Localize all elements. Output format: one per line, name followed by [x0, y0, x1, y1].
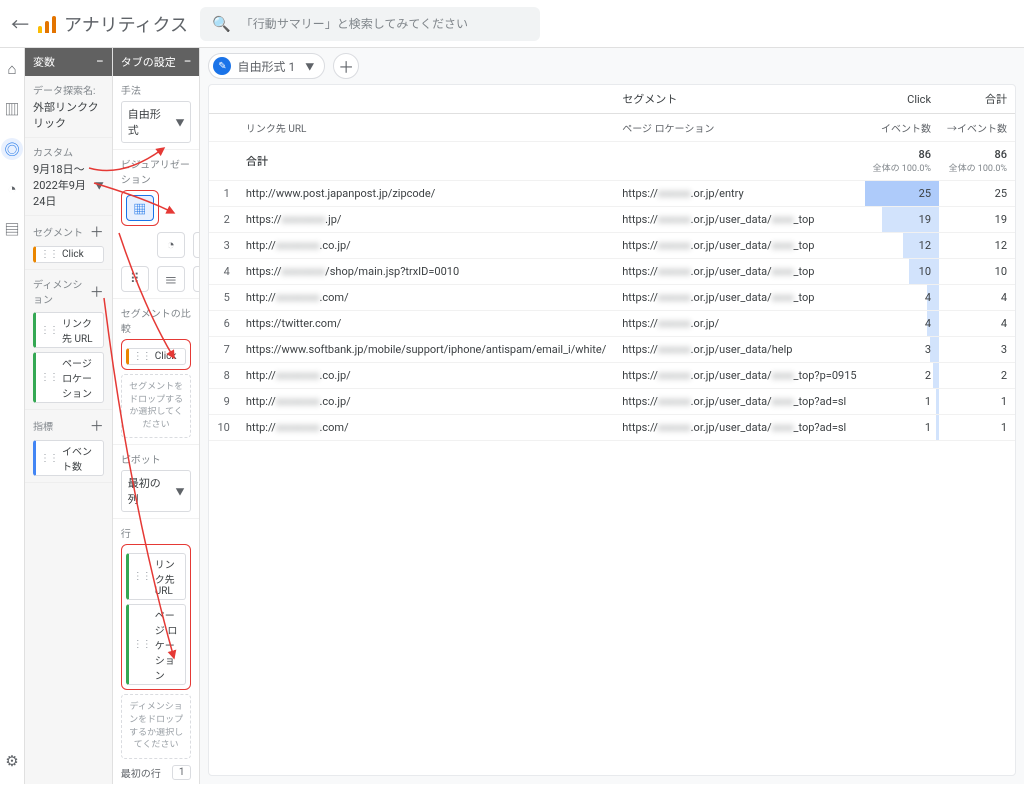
segment-compare-chip[interactable]: ⋮⋮Click: [126, 348, 187, 365]
logo[interactable]: アナリティクス: [36, 11, 188, 37]
table-row[interactable]: 1 http://www.post.japanpost.jp/zipcode/ …: [209, 181, 1015, 207]
rows-dropzone[interactable]: ディメンションをドロップするか選択してください: [121, 694, 192, 758]
col-total: 合計: [939, 85, 1015, 114]
chevron-down-icon: ▼: [305, 60, 314, 73]
chevron-down-icon: ▼: [95, 179, 104, 192]
report-table: セグメント Click 合計 リンク先 URL ページ ロケーション イベント数…: [209, 85, 1015, 441]
exploration-canvas: ✎ 自由形式 1 ▼ ＋ セグメント Click 合計 リンク先 URL: [200, 48, 1024, 784]
technique-select[interactable]: 自由形式▼: [121, 101, 192, 143]
segment-chip-click[interactable]: ⋮⋮Click: [33, 246, 104, 263]
topbar: ← アナリティクス 🔍 「行動サマリー」と検索してみてください: [0, 0, 1024, 48]
table-row[interactable]: 3 http://xxxxxxxx.co.jp/ https://xxxxxx.…: [209, 233, 1015, 259]
table-row[interactable]: 7 https://www.softbank.jp/mobile/support…: [209, 337, 1015, 363]
add-metric-button[interactable]: ＋: [90, 416, 104, 436]
search-placeholder: 「行動サマリー」と検索してみてください: [241, 15, 468, 32]
total-row: 合計 86全体の 100.0% 86全体の 100.0%: [209, 142, 1015, 181]
variables-panel: 変数 − データ探索名: 外部リンククリック カスタム 9月18日～2022年9…: [25, 48, 113, 784]
col-event-count[interactable]: イベント数: [865, 114, 939, 142]
viz-donut-icon[interactable]: ◔: [157, 232, 185, 258]
col-click: Click: [865, 85, 939, 114]
viz-scatter-icon[interactable]: ⠿: [121, 266, 149, 292]
left-nav-rail: ⌂ ▥ ◎ ◔ ▤ ⚙: [0, 48, 25, 784]
add-segment-button[interactable]: ＋: [90, 222, 104, 242]
row-chip-link-url[interactable]: ⋮⋮リンク先 URL: [126, 553, 187, 600]
viz-bar-icon[interactable]: ≡: [157, 266, 185, 292]
table-row[interactable]: 2 https://xxxxxxxx.jp/ https://xxxxxx.or…: [209, 207, 1015, 233]
date-range-picker[interactable]: カスタム 9月18日～2022年9月24日▼: [25, 138, 112, 216]
add-dimension-button[interactable]: ＋: [90, 282, 104, 302]
back-button[interactable]: ←: [8, 11, 32, 37]
nav-advertising-icon[interactable]: ◔: [1, 178, 23, 200]
nav-explore-icon[interactable]: ◎: [1, 138, 23, 160]
table-row[interactable]: 6 https://twitter.com/ https://xxxxxx.or…: [209, 311, 1015, 337]
tab-settings-panel: タブの設定 − 手法 自由形式▼ ビジュアリゼーション ▦ ◔ 〰 ⠿ ≡ ⊙ …: [113, 48, 201, 784]
search-input[interactable]: 🔍 「行動サマリー」と検索してみてください: [200, 7, 540, 41]
viz-table-icon[interactable]: ▦: [126, 195, 154, 221]
viz-line-icon[interactable]: 〰: [193, 232, 201, 258]
viz-geo-icon[interactable]: ⊙: [193, 266, 201, 292]
col-page-location[interactable]: ページ ロケーション: [614, 114, 864, 142]
variables-header: 変数 −: [25, 48, 112, 76]
table-row[interactable]: 9 http://xxxxxxxx.co.jp/ https://xxxxxx.…: [209, 389, 1015, 415]
segment-dropzone[interactable]: セグメントをドロップするか選択してください: [121, 374, 192, 438]
col-plus-event-count[interactable]: →イベント数: [939, 114, 1015, 142]
dimension-chip-link-url[interactable]: ⋮⋮リンク先 URL: [33, 312, 104, 348]
metric-chip-event-count[interactable]: ⋮⋮イベント数: [33, 440, 104, 476]
row-chip-page-location[interactable]: ⋮⋮ページ ロケーション: [126, 604, 187, 685]
chevron-down-icon: ▼: [175, 116, 184, 129]
analytics-logo-icon: [36, 13, 58, 35]
tab-settings-header: タブの設定 −: [113, 48, 200, 76]
edit-tab-icon: ✎: [213, 57, 231, 75]
nav-settings-icon[interactable]: ⚙: [1, 750, 23, 772]
col-segment: セグメント: [614, 85, 864, 114]
start-row-input[interactable]: 1: [172, 765, 192, 780]
col-link-url[interactable]: リンク先 URL: [238, 114, 614, 142]
search-icon: 🔍: [212, 15, 231, 33]
app-name: アナリティクス: [64, 11, 188, 37]
nav-home-icon[interactable]: ⌂: [1, 58, 23, 80]
table-row[interactable]: 5 http://xxxxxxxx.com/ https://xxxxxx.or…: [209, 285, 1015, 311]
pivot-select[interactable]: 最初の列▼: [121, 470, 192, 512]
exploration-name-section: データ探索名: 外部リンククリック: [25, 76, 112, 138]
collapse-variables-button[interactable]: −: [96, 54, 104, 70]
nav-configure-icon[interactable]: ▤: [1, 218, 23, 240]
tab-freeform-1[interactable]: ✎ 自由形式 1 ▼: [208, 53, 325, 79]
dimension-chip-page-location[interactable]: ⋮⋮ページ ロケーション: [33, 352, 104, 403]
add-tab-button[interactable]: ＋: [333, 53, 359, 79]
table-row[interactable]: 8 http://xxxxxxxx.co.jp/ https://xxxxxx.…: [209, 363, 1015, 389]
table-row[interactable]: 10 http://xxxxxxxx.com/ https://xxxxxx.o…: [209, 415, 1015, 441]
nav-reports-icon[interactable]: ▥: [1, 98, 23, 120]
table-row[interactable]: 4 https://xxxxxxxx/shop/main.jsp?trxID=0…: [209, 259, 1015, 285]
collapse-tabsettings-button[interactable]: −: [183, 54, 191, 70]
